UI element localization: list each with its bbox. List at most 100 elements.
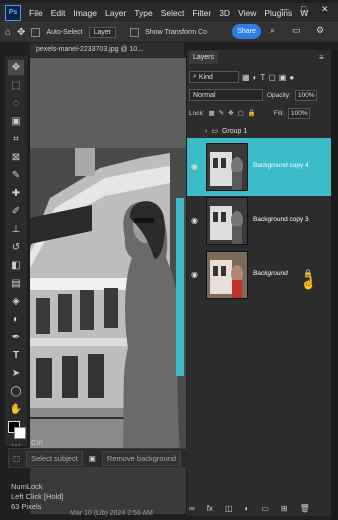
pixel-filter-icon[interactable]: ▦ (242, 73, 250, 82)
lasso-tool-icon[interactable]: ◌ (8, 96, 24, 111)
share-button[interactable]: Share (232, 24, 261, 39)
filter-toggle-icon[interactable]: ● (289, 73, 294, 82)
lock-position-icon[interactable]: ✥ (228, 109, 233, 117)
mouse-distance: 63 Pixels (11, 502, 42, 511)
lock-label: Lock: (189, 109, 205, 117)
search-icon[interactable]: ⌕ (270, 25, 275, 36)
layer-filter-row: ⌕ Kind ▦ ◐ T ▢ ▣ ● (189, 70, 329, 84)
healing-brush-icon[interactable]: ✚ (8, 186, 24, 201)
layer-name[interactable]: Background copy 4 (253, 162, 309, 169)
filter-kind-dropdown[interactable]: ⌕ Kind (189, 71, 239, 83)
workspace-icon[interactable]: ▭ (292, 25, 301, 36)
eraser-tool-icon[interactable]: ◧ (8, 258, 24, 273)
home-icon[interactable]: ⌂ (5, 27, 11, 38)
shape-tool-icon[interactable]: ◯ (8, 384, 24, 399)
document-photo (30, 58, 186, 458)
auto-select-label: Auto-Select (46, 29, 83, 36)
menu-type[interactable]: Type (134, 8, 152, 18)
menu-select[interactable]: Select (161, 8, 185, 18)
add-mask-icon[interactable]: ◫ (225, 504, 233, 513)
layer-style-icon[interactable]: fx (207, 504, 213, 513)
layer-name[interactable]: Background copy 3 (253, 216, 309, 223)
brush-tool-icon[interactable]: ✐ (8, 204, 24, 219)
path-select-tool-icon[interactable]: ➤ (8, 366, 24, 381)
layer-name[interactable]: Background (253, 270, 288, 277)
eyedropper-tool-icon[interactable]: ✎ (8, 168, 24, 183)
maximize-button[interactable]: □ (301, 4, 306, 14)
auto-select-dropdown[interactable]: Layer (88, 27, 117, 38)
crop-tool-icon[interactable]: ⌗ (8, 132, 24, 147)
menu-filter[interactable]: Filter (192, 8, 211, 18)
menu-image[interactable]: Image (73, 8, 97, 18)
blend-mode-dropdown[interactable]: Normal (189, 89, 263, 101)
remove-background-button[interactable]: Remove background (101, 450, 182, 466)
auto-select-checkbox[interactable] (31, 28, 41, 37)
blur-tool-icon[interactable]: ◈ (8, 294, 24, 309)
smart-object-filter-icon[interactable]: ▣ (279, 73, 287, 82)
layers-tab[interactable]: Layers (189, 51, 219, 64)
layer-thumbnail (206, 251, 248, 299)
visibility-eye-icon[interactable]: ◉ (191, 216, 201, 225)
move-tool-icon[interactable]: ✥ (17, 27, 25, 38)
background-color-swatch[interactable] (14, 427, 26, 439)
history-brush-icon[interactable]: ↺ (8, 240, 24, 255)
menu-file[interactable]: File (29, 8, 43, 18)
new-layer-icon[interactable]: ⊞ (281, 504, 288, 513)
object-select-tool-icon[interactable]: ▣ (8, 114, 24, 129)
lock-pixels-icon[interactable]: ▦ (209, 109, 215, 117)
menu-view[interactable]: View (238, 8, 256, 18)
dodge-tool-icon[interactable]: ◐ (8, 312, 24, 327)
new-group-icon[interactable]: ▭ (261, 504, 269, 513)
link-layers-icon[interactable]: ∞ (189, 504, 195, 513)
canvas-area[interactable] (30, 58, 186, 514)
layer-thumbnail (206, 143, 248, 191)
layer-row[interactable]: ◉ Background copy 4 (187, 138, 331, 196)
document-tab[interactable]: pexels-manei-2233703.jpg @ 10... (30, 43, 184, 57)
type-tool-icon[interactable]: T (8, 348, 24, 363)
mouse-action: Left Click [Hold] (11, 492, 64, 501)
delete-layer-icon[interactable]: 🗑 (300, 504, 310, 513)
hand-tool-icon[interactable]: ✋ (8, 402, 24, 417)
mouse-cursor-icon: ☝ (301, 276, 316, 290)
pen-tool-icon[interactable]: ✒ (8, 330, 24, 345)
visibility-eye-icon[interactable]: ◉ (191, 162, 201, 171)
key-ctrl: Ctrl (31, 438, 43, 447)
marquee-tool-icon[interactable]: ⬚ (8, 78, 24, 93)
opacity-field[interactable]: 100% (294, 89, 317, 101)
adjustment-filter-icon[interactable]: ◐ (253, 73, 258, 82)
type-filter-icon[interactable]: T (260, 73, 265, 82)
panel-dock-strip (331, 50, 338, 520)
clone-stamp-icon[interactable]: ⊥ (8, 222, 24, 237)
show-transform-checkbox[interactable] (130, 28, 140, 37)
menu-edit[interactable]: Edit (51, 8, 66, 18)
visibility-eye-icon[interactable]: ◉ (191, 270, 201, 279)
layer-row[interactable]: ◉ Background 🔒 (187, 246, 331, 304)
select-subject-button[interactable]: Select subject (26, 450, 83, 466)
blend-row: Normal Opacity: 100% (189, 88, 329, 102)
lock-all-icon[interactable]: 🔒 (248, 109, 256, 117)
folder-icon: ▭ (211, 128, 218, 135)
options-bar: ⌂ ✥ Auto-Select Layer Show Transform Co (0, 22, 338, 42)
new-adjustment-icon[interactable]: ◐ (245, 504, 250, 513)
photoshop-window: Ps File Edit Image Layer Type Select Fil… (0, 0, 338, 520)
frame-tool-icon[interactable]: ⊠ (8, 150, 24, 165)
search-icon: ⌕ (193, 73, 197, 80)
gradient-tool-icon[interactable]: ▤ (8, 276, 24, 291)
minimize-button[interactable]: — (280, 4, 289, 14)
lock-paint-icon[interactable]: ✎ (219, 109, 224, 117)
fill-field[interactable]: 100% (287, 107, 310, 119)
close-button[interactable]: ✕ (321, 4, 329, 15)
keystroke-overlay: Ctrl NumLock Left Click [Hold] 63 Pixels (11, 438, 64, 512)
select-subject-icon: ⬚ (13, 453, 21, 463)
panel-menu-icon[interactable]: ≡ (319, 53, 324, 62)
menu-layer[interactable]: Layer (105, 8, 126, 18)
layer-row[interactable]: ◉ Background copy 3 (187, 192, 331, 250)
lock-artboard-icon[interactable]: ▢ (238, 109, 244, 117)
settings-icon[interactable]: ⚙ (316, 25, 324, 36)
layer-group-row[interactable]: › ▭ Group 1 (187, 124, 331, 138)
remove-background-icon: ▣ (88, 453, 96, 463)
shape-filter-icon[interactable]: ▢ (268, 73, 276, 82)
chevron-right-icon[interactable]: › (205, 128, 207, 135)
menu-3d[interactable]: 3D (219, 8, 230, 18)
move-tool-icon[interactable]: ✥ (8, 60, 24, 75)
